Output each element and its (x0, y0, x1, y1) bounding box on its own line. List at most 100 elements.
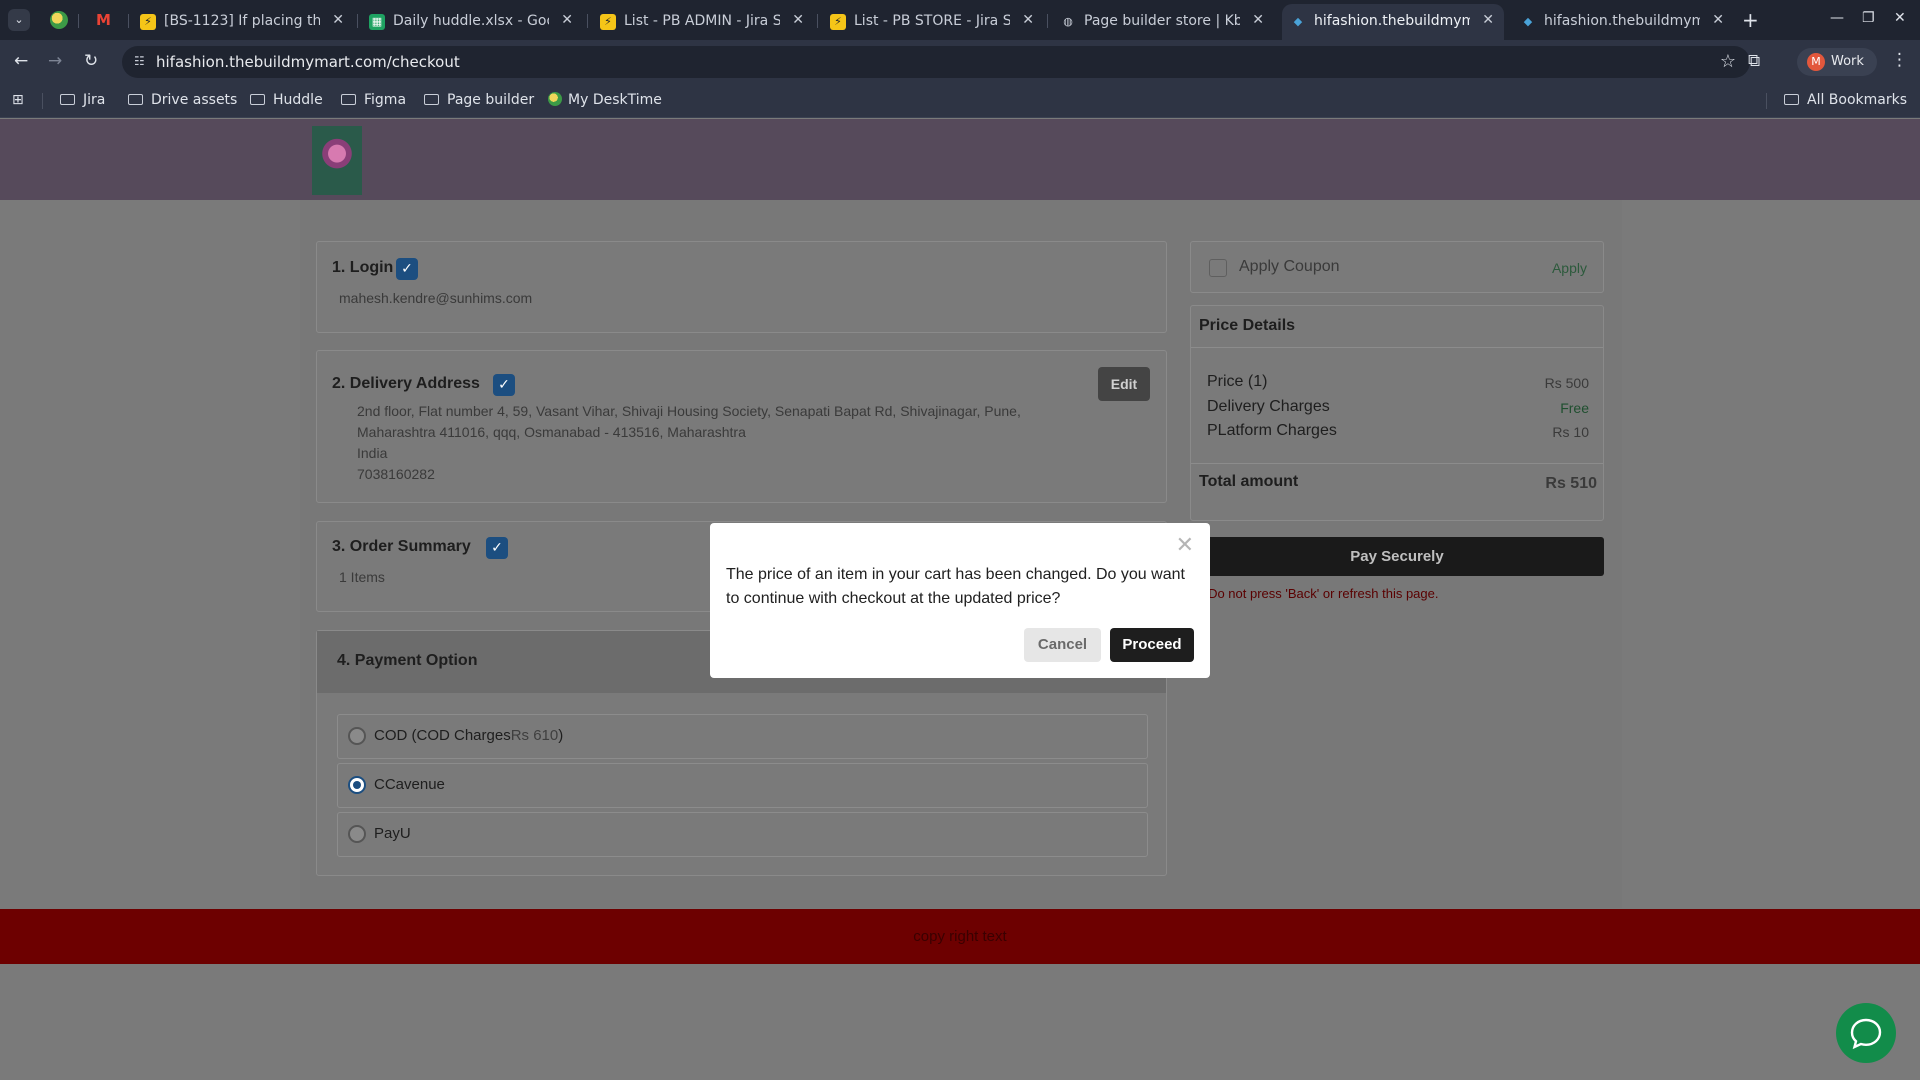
site-logo[interactable] (312, 126, 362, 195)
payu-label: PayU (374, 825, 411, 842)
pinned-tab-desktime-icon[interactable] (50, 11, 68, 29)
bookmarks-separator (42, 93, 43, 109)
tab-title: Daily huddle.xlsx - Goo (393, 13, 549, 29)
site-icon: ◆ (1523, 15, 1533, 28)
bookmark-folder-figma[interactable]: Figma (341, 92, 406, 108)
bookmark-star-icon[interactable]: ☆ (1720, 51, 1736, 72)
browser-toolbar: ← → ↻ ☷ hifashion.thebuildmymart.com/che… (0, 40, 1920, 84)
browser-tab[interactable]: ▦ Daily huddle.xlsx - Goo ✕ (361, 4, 583, 40)
bookmark-folder-huddle[interactable]: Huddle (250, 92, 323, 108)
site-header (0, 119, 1920, 200)
delivery-charges-row: Delivery Charges Free (1207, 398, 1589, 420)
order-summary-check-icon: ✓ (486, 537, 508, 559)
restore-icon[interactable]: ❐ (1862, 10, 1875, 26)
bookmark-folder-drive-assets[interactable]: Drive assets (128, 92, 237, 108)
browser-tab-active[interactable]: ◆ hifashion.thebuildmym ✕ (1282, 4, 1504, 40)
divider (1191, 463, 1603, 464)
apps-grid-icon[interactable]: ⊞ (12, 93, 26, 107)
apply-coupon-row: Apply Coupon Apply (1190, 241, 1604, 293)
forward-arrow-icon[interactable]: → (48, 51, 62, 71)
close-tab-icon[interactable]: ✕ (1252, 12, 1264, 28)
reload-icon[interactable]: ↻ (84, 51, 98, 71)
bookmark-folder-page-builder[interactable]: Page builder (424, 92, 534, 108)
browser-tab-bar: ⌄ M ⚡ [BS-1123] If placing the ✕ ▦ Daily… (0, 0, 1920, 40)
browser-tab[interactable]: ⚡ [BS-1123] If placing the ✕ (132, 4, 354, 40)
tab-title: [BS-1123] If placing the (164, 13, 320, 29)
login-section: 1. Login ✓ mahesh.kendre@sunhims.com (316, 241, 1167, 333)
minimize-icon[interactable]: — (1830, 10, 1844, 26)
copyright-text: copy right text (913, 928, 1007, 945)
close-tab-icon[interactable]: ✕ (792, 12, 804, 28)
price-change-dialog: ✕ The price of an item in your cart has … (710, 523, 1210, 678)
close-tab-icon[interactable]: ✕ (332, 12, 344, 28)
chat-bubble-icon (1850, 1018, 1882, 1050)
bookmark-folder-jira[interactable]: Jira (60, 92, 105, 108)
address-url[interactable]: hifashion.thebuildmymart.com/checkout (156, 53, 460, 71)
price-row-value: Free (1560, 400, 1589, 416)
bookmarks-bar: ⊞ Jira Drive assets Huddle Figma Page bu… (0, 84, 1920, 118)
profile-button[interactable]: M Work (1797, 48, 1877, 76)
pinned-tab-gmail-icon[interactable]: M (96, 11, 114, 29)
coupon-checkbox[interactable] (1209, 259, 1227, 277)
payment-title: 4. Payment Option (337, 652, 478, 669)
pay-securely-button[interactable]: Pay Securely (1190, 537, 1604, 576)
all-bookmarks-folder[interactable]: All Bookmarks (1784, 92, 1907, 108)
sheets-icon: ▦ (369, 14, 385, 30)
close-tab-icon[interactable]: ✕ (1712, 12, 1724, 28)
payment-option-cod[interactable]: COD (COD ChargesRs 610) (337, 714, 1148, 759)
jira-bolt-icon: ⚡ (140, 14, 156, 30)
payu-radio[interactable] (348, 825, 366, 843)
cod-radio[interactable] (348, 727, 366, 745)
chat-widget-button[interactable] (1836, 1003, 1896, 1063)
address-bar[interactable]: ☷ hifashion.thebuildmymart.com/checkout … (122, 46, 1750, 78)
bookmark-my-desktime[interactable]: My DeskTime (548, 92, 662, 108)
price-row: Price (1) Rs 500 (1207, 373, 1589, 395)
cod-label: COD (COD ChargesRs 610) (374, 727, 564, 744)
close-tab-icon[interactable]: ✕ (1022, 12, 1034, 28)
price-details-title: Price Details (1199, 317, 1296, 334)
price-row-label: Delivery Charges (1207, 398, 1330, 415)
close-tab-icon[interactable]: ✕ (561, 12, 573, 28)
payment-option-payu[interactable]: PayU (337, 812, 1148, 857)
profile-name: Work (1831, 54, 1864, 69)
address-line-1: 2nd floor, Flat number 4, 59, Vasant Vih… (357, 403, 1021, 419)
back-arrow-icon[interactable]: ← (14, 51, 28, 71)
jira-bolt-icon: ⚡ (830, 14, 846, 30)
tab-separator (817, 14, 818, 28)
ccavenue-radio[interactable] (348, 776, 366, 794)
edit-address-button[interactable]: Edit (1098, 367, 1150, 401)
browser-tab[interactable]: ◆ hifashion.thebuildmym ✕ (1512, 4, 1734, 40)
browser-tab[interactable]: ⚡ List - PB ADMIN - Jira Se ✕ (592, 4, 814, 40)
tab-title: List - PB ADMIN - Jira Se (624, 13, 780, 29)
address-line-2: Maharashtra 411016, qqq, Osmanabad - 413… (357, 424, 746, 440)
apply-coupon-link[interactable]: Apply (1552, 260, 1587, 276)
cancel-button[interactable]: Cancel (1024, 628, 1101, 662)
delivery-title: 2. Delivery Address (332, 375, 480, 392)
browser-tab[interactable]: ◍ Page builder store | Kb ✕ (1052, 4, 1274, 40)
tab-title: hifashion.thebuildmym (1544, 13, 1700, 29)
extensions-puzzle-icon[interactable]: ⧉ (1748, 51, 1760, 71)
avatar: M (1807, 53, 1825, 71)
bookmarks-separator (1766, 93, 1767, 109)
close-tab-icon[interactable]: ✕ (1482, 12, 1494, 28)
globe-icon: ◍ (1063, 15, 1073, 28)
folder-icon (341, 94, 356, 105)
new-tab-plus-icon[interactable]: + (1742, 8, 1759, 32)
tab-search-chevron-icon[interactable]: ⌄ (8, 9, 30, 31)
site-info-icon[interactable]: ☷ (134, 54, 150, 70)
login-email: mahesh.kendre@sunhims.com (339, 290, 533, 306)
payment-option-ccavenue[interactable]: CCavenue (337, 763, 1148, 808)
close-icon[interactable]: ✕ (1176, 535, 1194, 557)
proceed-button[interactable]: Proceed (1110, 628, 1194, 662)
tab-separator (128, 14, 129, 28)
browser-tab[interactable]: ⚡ List - PB STORE - Jira Se ✕ (822, 4, 1044, 40)
browser-menu-icon[interactable]: ⋮ (1891, 50, 1908, 70)
tab-separator (587, 14, 588, 28)
price-details-card: Price Details Price (1) Rs 500 Delivery … (1190, 305, 1604, 521)
order-item-count: 1 Items (339, 569, 385, 585)
ccavenue-label: CCavenue (374, 776, 445, 793)
close-window-icon[interactable]: ✕ (1894, 10, 1906, 26)
delivery-check-icon: ✓ (493, 374, 515, 396)
price-row-value: Rs 500 (1544, 375, 1589, 391)
address-country: India (357, 445, 388, 461)
